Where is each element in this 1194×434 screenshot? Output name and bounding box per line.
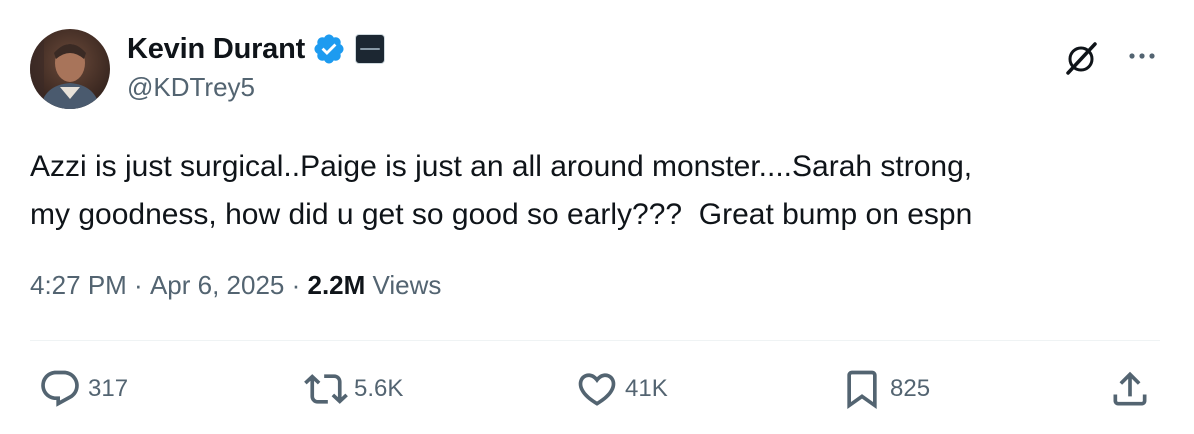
verified-badge-icon[interactable] [312, 32, 346, 66]
avatar[interactable] [30, 29, 110, 109]
reply-count: 317 [88, 375, 129, 402]
tweet-date[interactable]: Apr 6, 2025 [150, 270, 284, 301]
avatar-image [30, 29, 110, 109]
divider [30, 340, 1160, 341]
tweet-text: Azzi is just surgical..Paige is just an … [30, 150, 973, 231]
views-count[interactable]: 2.2M [307, 270, 365, 301]
share-button[interactable] [1108, 367, 1152, 411]
views-label-spacer [365, 270, 372, 301]
author-display-name[interactable]: Kevin Durant [127, 33, 305, 66]
like-button[interactable]: 41K [575, 367, 668, 411]
tweet-metadata: 4:27 PM · Apr 6, 2025 · 2.2M Views [30, 270, 441, 301]
reply-button[interactable]: 317 [38, 367, 128, 411]
grok-icon[interactable] [1061, 38, 1101, 78]
author-handle[interactable]: @KDTrey5 [127, 72, 255, 103]
meta-separator: · [126, 270, 150, 300]
meta-separator: · [284, 270, 308, 300]
like-count: 41K [625, 375, 668, 402]
more-options-icon[interactable] [1124, 42, 1160, 70]
reply-icon [41, 370, 79, 407]
views-label[interactable]: Views [373, 270, 442, 301]
heart-icon [578, 373, 616, 406]
bookmark-button[interactable]: 825 [840, 367, 930, 411]
bookmark-count: 825 [890, 375, 931, 402]
repost-icon [304, 374, 348, 404]
bookmark-icon [847, 370, 877, 410]
repost-button[interactable]: 5.6K [304, 367, 403, 411]
tweet-time[interactable]: 4:27 PM [30, 270, 127, 301]
share-icon [1113, 371, 1147, 406]
repost-count: 5.6K [354, 375, 404, 402]
affiliate-badge-icon[interactable] [355, 34, 386, 64]
